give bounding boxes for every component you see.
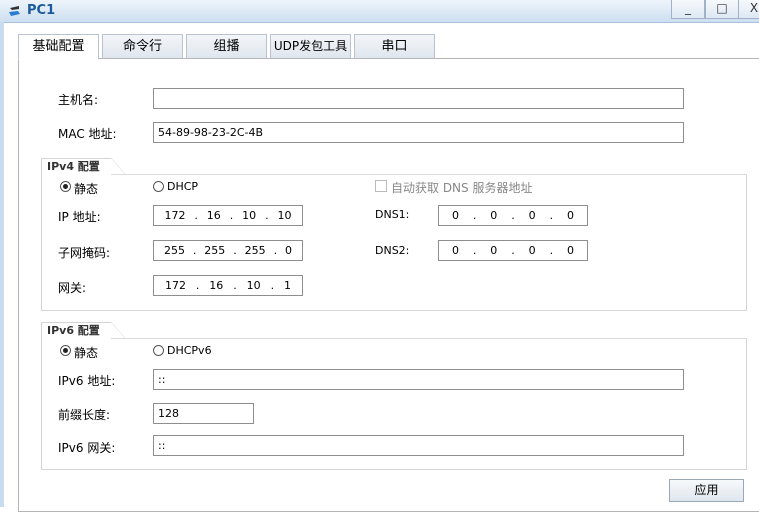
dns2-label: DNS2:: [375, 244, 410, 257]
group-tab-edge: [111, 158, 125, 174]
ipv6-group-label: IPv6 配置: [41, 322, 111, 339]
ipv6-address-input[interactable]: ::: [153, 369, 684, 390]
octet: 0: [528, 209, 536, 222]
octet: 1: [283, 279, 291, 292]
auto-dns-label: 自动获取 DNS 服务器地址: [391, 181, 533, 195]
group-tab-edge: [111, 322, 125, 338]
subnet-mask-input[interactable]: 255. 255. 255. 0: [153, 240, 303, 261]
octet: 16: [206, 209, 221, 222]
octet: 10: [246, 279, 261, 292]
maximize-button[interactable]: □: [705, 0, 739, 19]
octet: 0: [284, 244, 292, 257]
window-border: [0, 22, 4, 507]
mac-input[interactable]: 54-89-98-23-2C-4B: [153, 122, 684, 143]
octet: 172: [164, 209, 186, 222]
ipv6-static-label: 静态: [74, 346, 99, 360]
ipv4-static-label: 静态: [74, 182, 99, 196]
ip-label: IP 地址:: [58, 210, 101, 224]
dns2-input[interactable]: 0.0.0.0: [438, 240, 588, 261]
octet: 0: [528, 244, 536, 257]
ipv4-static-radio[interactable]: [60, 181, 71, 192]
ip-address-input[interactable]: 172. 16. 10. 10: [153, 205, 303, 226]
gateway-label: 网关:: [58, 281, 87, 295]
tab-udp-tool[interactable]: UDP发包工具: [270, 34, 351, 59]
octet: 10: [242, 209, 257, 222]
octet: 0: [566, 209, 574, 222]
ipv6-dhcp-radio[interactable]: [153, 345, 164, 356]
octet: 0: [451, 244, 459, 257]
ipv6-address-label: IPv6 地址:: [58, 374, 116, 388]
tab-command-line[interactable]: 命令行: [102, 34, 183, 59]
octet: 172: [164, 279, 186, 292]
prefix-length-label: 前缀长度:: [58, 408, 111, 422]
octet: 255: [244, 244, 266, 257]
auto-dns-checkbox[interactable]: [375, 180, 387, 192]
octet: 255: [204, 244, 226, 257]
octet: 0: [490, 209, 498, 222]
ipv6-gateway-input[interactable]: ::: [153, 435, 684, 456]
octet: 255: [163, 244, 185, 257]
ipv6-dhcp-label: DHCPv6: [167, 344, 212, 357]
octet: 10: [277, 209, 292, 222]
tab-basic-config[interactable]: 基础配置: [18, 34, 99, 60]
ipv4-group-label: IPv4 配置: [41, 158, 111, 175]
ipv4-dhcp-radio[interactable]: [153, 181, 164, 192]
apply-button[interactable]: 应用: [669, 479, 744, 502]
window-title: PC1: [27, 3, 56, 18]
close-button[interactable]: X: [738, 0, 759, 19]
octet: 0: [490, 244, 498, 257]
tab-serial[interactable]: 串口: [354, 34, 435, 59]
title-bar: [0, 0, 759, 23]
prefix-length-input[interactable]: 128: [153, 403, 254, 424]
octet: 0: [566, 244, 574, 257]
mask-label: 子网掩码:: [58, 246, 111, 260]
pc-app-icon: [9, 6, 20, 16]
ipv6-gateway-label: IPv6 网关:: [58, 441, 116, 455]
tab-multicast[interactable]: 组播: [186, 34, 267, 59]
minimize-button[interactable]: _: [671, 0, 705, 19]
ipv6-static-radio[interactable]: [60, 345, 71, 356]
mac-label: MAC 地址:: [58, 127, 117, 141]
octet: 0: [451, 209, 459, 222]
dns1-label: DNS1:: [375, 208, 410, 221]
hostname-input[interactable]: [153, 88, 684, 109]
dns1-input[interactable]: 0.0.0.0: [438, 205, 588, 226]
octet: 16: [209, 279, 224, 292]
ipv4-dhcp-label: DHCP: [167, 180, 199, 193]
gateway-input[interactable]: 172. 16. 10. 1: [153, 275, 303, 296]
hostname-label: 主机名:: [58, 93, 99, 107]
